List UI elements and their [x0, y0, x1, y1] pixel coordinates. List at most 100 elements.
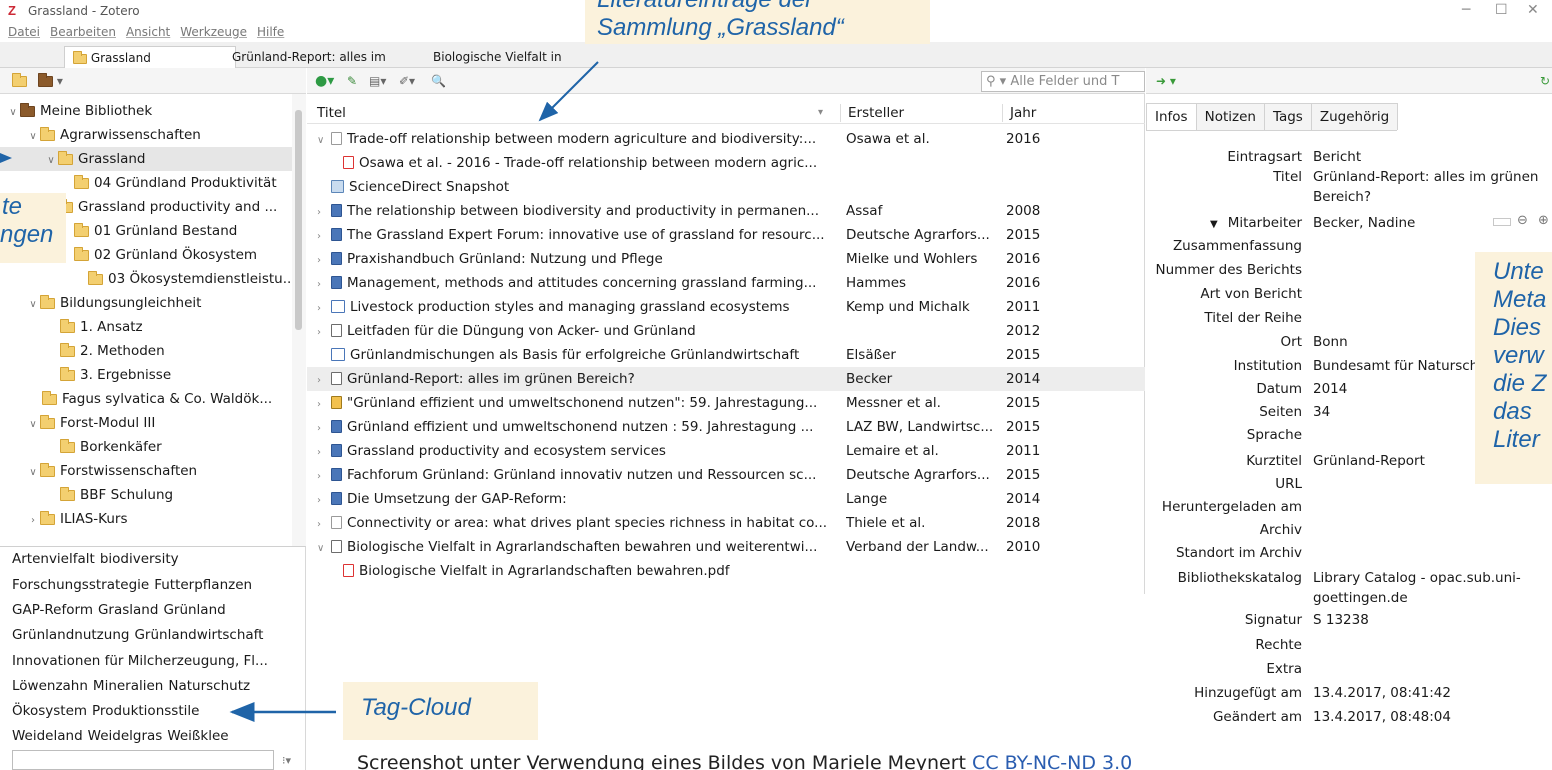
chevron-right-icon[interactable]: › [317, 369, 331, 393]
tag[interactable]: Grünlandnutzung [12, 627, 129, 643]
chevron-down-icon[interactable]: ∨ [6, 101, 20, 123]
tab-info[interactable]: Infos [1146, 103, 1197, 130]
tree-item-agrarwissenschaften[interactable]: ∨ Agrarwissenschaften [0, 123, 292, 147]
field-value-library-catalog-cont[interactable]: goettingen.de [1313, 587, 1408, 609]
chevron-down-icon[interactable]: ∨ [44, 149, 58, 171]
tag[interactable]: Grünlandwirtschaft [134, 627, 263, 643]
tag[interactable]: Grasland [98, 602, 158, 618]
tree-item-fagus[interactable]: Fagus sylvatica & Co. Waldök... [0, 387, 292, 411]
swap-names-icon[interactable] [1493, 218, 1511, 226]
tag[interactable]: Ökosystem [12, 703, 87, 719]
attachment-row[interactable]: Osawa et al. - 2016 - Trade-off relation… [307, 151, 1145, 175]
item-row[interactable]: › Leitfaden für die Düngung von Acker- un… [307, 319, 1145, 343]
tab-notes[interactable]: Notizen [1195, 103, 1265, 130]
chevron-right-icon[interactable]: › [317, 297, 331, 321]
item-row[interactable]: › The Grassland Expert Forum: innovative … [307, 223, 1145, 247]
chevron-right-icon[interactable]: › [317, 201, 331, 225]
tree-item-forst-modul[interactable]: ∨ Forst-Modul III [0, 411, 292, 435]
tag[interactable]: Löwenzahn [12, 678, 88, 694]
tag[interactable]: Produktionsstile [92, 703, 199, 719]
tree-item-forstwissenschaften[interactable]: ∨ Forstwissenschaften [0, 459, 292, 483]
chevron-right-icon[interactable]: › [317, 417, 331, 441]
chevron-down-icon[interactable]: ∨ [26, 461, 40, 483]
attachment-row[interactable]: Biologische Vielfalt in Agrarlandschafte… [307, 559, 1145, 583]
item-row[interactable]: Grünlandmischungen als Basis für erfolgr… [307, 343, 1145, 367]
tag[interactable]: biodiversity [100, 551, 179, 567]
tag[interactable]: GAP-Reform [12, 602, 93, 618]
chevron-right-icon[interactable]: › [317, 393, 331, 417]
expand-creators-icon[interactable]: ▼ [1210, 219, 1218, 230]
column-divider[interactable] [840, 104, 841, 122]
chevron-down-icon[interactable]: ∨ [26, 293, 40, 315]
tag[interactable]: Weißklee [167, 728, 228, 744]
chevron-right-icon[interactable]: › [317, 441, 331, 465]
item-row[interactable]: › "Grünland effizient und umweltschonend … [307, 391, 1145, 415]
chevron-down-icon[interactable]: ∨ [317, 129, 331, 153]
tree-item-borkenkaefer[interactable]: Borkenkäfer [0, 435, 292, 459]
chevron-down-icon[interactable]: ∨ [317, 537, 331, 561]
column-divider[interactable] [1002, 104, 1003, 122]
add-attachment-icon[interactable]: ✐▾ [399, 74, 415, 88]
search-input[interactable]: ⚲ ▾ Alle Felder und T [981, 71, 1145, 92]
field-value-creator[interactable]: Becker, Nadine [1313, 212, 1415, 234]
sort-descending-icon[interactable]: ▾ [818, 103, 823, 123]
item-row[interactable]: › Connectivity or area: what drives plant… [307, 511, 1145, 535]
chevron-down-icon[interactable]: ∨ [26, 125, 40, 147]
item-row-selected[interactable]: › Grünland-Report: alles im grünen Bereic… [307, 367, 1145, 391]
maximize-icon[interactable]: ☐ [1495, 2, 1508, 18]
tag[interactable]: Weidelgras [88, 728, 163, 744]
field-value-pages[interactable]: 34 [1313, 401, 1330, 423]
field-value-place[interactable]: Bonn [1313, 331, 1348, 353]
field-value-institution[interactable]: Bundesamt für Naturschutz [1313, 355, 1499, 377]
tag[interactable]: Innovationen für Milcherzeugung, Fl... [12, 653, 268, 669]
attachment-row[interactable]: ScienceDirect Snapshot [307, 175, 1145, 199]
column-header-title[interactable]: Titel [317, 103, 346, 123]
item-row[interactable]: › Fachforum Grünland: Grünland innovativ … [307, 463, 1145, 487]
tag[interactable]: Naturschutz [168, 678, 250, 694]
item-row[interactable]: › Grünland effizient und umweltschonend n… [307, 415, 1145, 439]
field-value-item-type[interactable]: Bericht [1313, 146, 1361, 168]
tag[interactable]: Grünland [163, 602, 225, 618]
menu-help[interactable]: Hilfe [257, 22, 284, 42]
tab-related[interactable]: Zugehörig [1310, 103, 1399, 130]
menu-file[interactable]: Datei [8, 22, 40, 42]
tree-item-04-produktivitaet[interactable]: 04 Gründland Produktivität [0, 171, 292, 195]
new-item-icon[interactable]: ●▾ [315, 74, 334, 88]
creator-type[interactable]: Mitarbeiter [1228, 215, 1302, 231]
tag[interactable]: Weideland [12, 728, 83, 744]
tab-library[interactable]: Grassland [64, 46, 236, 68]
close-window-icon[interactable]: ✕ [1527, 2, 1539, 18]
tag[interactable]: Forschungsstrategie [12, 577, 149, 593]
tag[interactable]: Futterpflanzen [154, 577, 252, 593]
tag-menu-icon[interactable]: ⁝▾ [282, 754, 291, 767]
menu-edit[interactable]: Bearbeiten [50, 22, 116, 42]
tree-item-bildungsungleichheit[interactable]: ∨ Bildungsungleichheit [0, 291, 292, 315]
add-by-identifier-icon[interactable]: ✎ [347, 74, 357, 88]
license-link[interactable]: CC BY-NC-ND 3.0 [972, 752, 1132, 770]
advanced-search-icon[interactable]: 🔍 [431, 74, 446, 88]
sync-icon[interactable]: ↻ [1540, 74, 1550, 88]
tree-item-grassland[interactable]: ∨ Grassland [0, 147, 292, 171]
menu-tools[interactable]: Werkzeuge [180, 22, 247, 42]
tree-item-my-library[interactable]: ∨ Meine Bibliothek [0, 99, 292, 123]
chevron-right-icon[interactable]: › [26, 509, 40, 531]
chevron-right-icon[interactable]: › [317, 273, 331, 297]
tab-tags[interactable]: Tags [1263, 103, 1312, 130]
new-library-icon[interactable]: ▾ [38, 73, 63, 88]
chevron-right-icon[interactable]: › [317, 321, 331, 345]
menu-view[interactable]: Ansicht [126, 22, 170, 42]
field-value-short-title[interactable]: Grünland-Report [1313, 450, 1425, 472]
chevron-right-icon[interactable]: › [317, 489, 331, 513]
new-note-icon[interactable]: ▤▾ [369, 74, 386, 88]
tree-item-methoden[interactable]: 2. Methoden [0, 339, 292, 363]
tab-report[interactable]: Grünland-Report: alles im g...× [224, 46, 412, 86]
item-row[interactable]: › Die Umsetzung der GAP-Reform: Lange 201… [307, 487, 1145, 511]
tree-item-03-oekosystemdienstleistung[interactable]: 03 Ökosystemdienstleistu... [0, 267, 292, 291]
remove-creator-icon[interactable]: ⊖ [1517, 213, 1528, 228]
chevron-right-icon[interactable]: › [317, 513, 331, 537]
column-header-creator[interactable]: Ersteller [848, 103, 904, 123]
tree-item-bbf-schulung[interactable]: BBF Schulung [0, 483, 292, 507]
field-value-call-number[interactable]: S 13238 [1313, 609, 1369, 631]
item-row[interactable]: › The relationship between biodiversity a… [307, 199, 1145, 223]
tag[interactable]: Artenvielfalt [12, 551, 95, 567]
